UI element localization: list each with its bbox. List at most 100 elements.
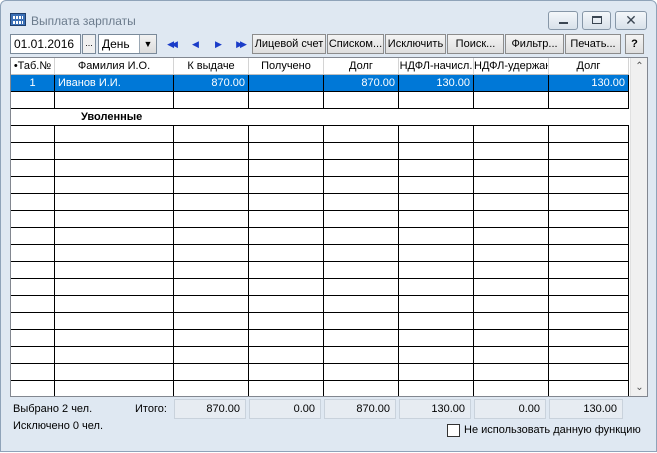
table-cell [11,126,55,142]
col-tab-number[interactable]: •Таб.№ [11,58,55,74]
table-row[interactable] [11,92,629,109]
date-picker-button[interactable]: ... [82,34,96,54]
table-cell [249,160,324,176]
table-row[interactable] [11,245,629,262]
table-cell [55,296,174,312]
minimize-button[interactable] [548,11,578,30]
close-button[interactable]: ✕ [615,11,647,30]
table-cell [324,211,399,227]
disable-function-checkbox[interactable] [447,424,460,437]
table-cell [399,245,474,261]
table-row[interactable] [11,347,629,364]
col-ndfl-accrued[interactable]: НДФЛ-начисл. [399,58,474,74]
table-cell [324,296,399,312]
table-row[interactable] [11,211,629,228]
col-to-pay[interactable]: К выдаче [174,58,249,74]
vertical-scrollbar[interactable]: ⌃ ⌄ [630,58,647,396]
table-cell [11,228,55,244]
table-cell [474,347,549,363]
col-ndfl-withheld[interactable]: НДФЛ-удержан [474,58,549,74]
date-input[interactable]: 01.01.2016 [10,34,81,54]
table-cell [399,262,474,278]
toolbar: 01.01.2016 ... День ▼ ◀◀ ◀ ▶ ▶▶ Лицевой … [1,33,656,57]
table-cell [174,279,249,295]
table-cell [549,347,629,363]
filter-button[interactable]: Фильтр... [505,34,564,54]
col-ndfl-debt[interactable]: Долг [549,58,629,74]
cell-debt: 870.00 [324,75,399,91]
search-button[interactable]: Поиск... [447,34,504,54]
help-button[interactable]: ? [625,34,644,54]
section-row[interactable]: Уволенные [11,109,629,126]
table-cell [549,279,629,295]
table-row[interactable] [11,228,629,245]
payments-grid[interactable]: •Таб.№ Фамилия И.О. К выдаче Получено До… [10,57,648,397]
table-row[interactable] [11,279,629,296]
table-cell [399,194,474,210]
table-cell [11,143,55,159]
excluded-count: Исключено 0 чел. [13,420,103,432]
table-row[interactable] [11,160,629,177]
table-row[interactable] [11,381,629,396]
table-cell [474,160,549,176]
table-cell [55,194,174,210]
table-cell [399,364,474,380]
table-row[interactable] [11,177,629,194]
cell-name: Иванов И.И. [55,75,174,91]
maximize-button[interactable] [582,11,611,30]
table-row[interactable] [11,262,629,279]
title-bar[interactable]: Выплата зарплаты ✕ [1,1,656,31]
table-cell [399,211,474,227]
period-select[interactable]: День ▼ [98,34,157,54]
section-title-dismissed: Уволенные [81,111,143,123]
last-record-icon[interactable]: ▶▶ [233,37,247,51]
total-to-pay: 870.00 [174,399,246,419]
table-cell [174,245,249,261]
table-row[interactable] [11,126,629,143]
table-cell [249,279,324,295]
table-row[interactable] [11,296,629,313]
table-cell [55,262,174,278]
table-cell [324,313,399,329]
table-cell [11,330,55,346]
table-cell [11,194,55,210]
disable-function-label[interactable]: Не использовать данную функцию [464,424,641,436]
table-cell [474,177,549,193]
chevron-down-icon[interactable]: ▼ [139,35,156,53]
scroll-up-icon[interactable]: ⌃ [631,58,647,75]
table-cell [549,330,629,346]
col-debt[interactable]: Долг [324,58,399,74]
table-cell [55,279,174,295]
table-row[interactable] [11,313,629,330]
total-ndfl-debt: 130.00 [549,399,623,419]
table-row[interactable] [11,143,629,160]
list-button[interactable]: Списком... [327,34,384,54]
table-cell [324,143,399,159]
table-cell [174,330,249,346]
col-name[interactable]: Фамилия И.О. [55,58,174,74]
table-cell [324,347,399,363]
print-button[interactable]: Печать... [565,34,621,54]
exclude-button[interactable]: Исключить [385,34,446,54]
table-header: •Таб.№ Фамилия И.О. К выдаче Получено До… [11,58,629,75]
table-cell [55,347,174,363]
minimize-icon [559,22,568,24]
table-row[interactable] [11,364,629,381]
table-cell [55,177,174,193]
col-received[interactable]: Получено [249,58,324,74]
scroll-down-icon[interactable]: ⌄ [631,379,647,396]
account-button[interactable]: Лицевой счет [252,34,326,54]
next-record-icon[interactable]: ▶ [210,37,224,51]
table-cell [474,126,549,142]
first-record-icon[interactable]: ◀◀ [164,37,178,51]
window-title: Выплата зарплаты [31,14,136,28]
table-row[interactable]: 1 Иванов И.И. 870.00 870.00 130.00 130.0… [11,75,629,92]
table-cell [174,262,249,278]
table-row[interactable] [11,330,629,347]
maximize-icon [592,16,602,24]
table-cell [399,92,474,108]
prev-record-icon[interactable]: ◀ [187,37,201,51]
table-row[interactable] [11,194,629,211]
table-cell [399,177,474,193]
cell-received [249,75,324,91]
